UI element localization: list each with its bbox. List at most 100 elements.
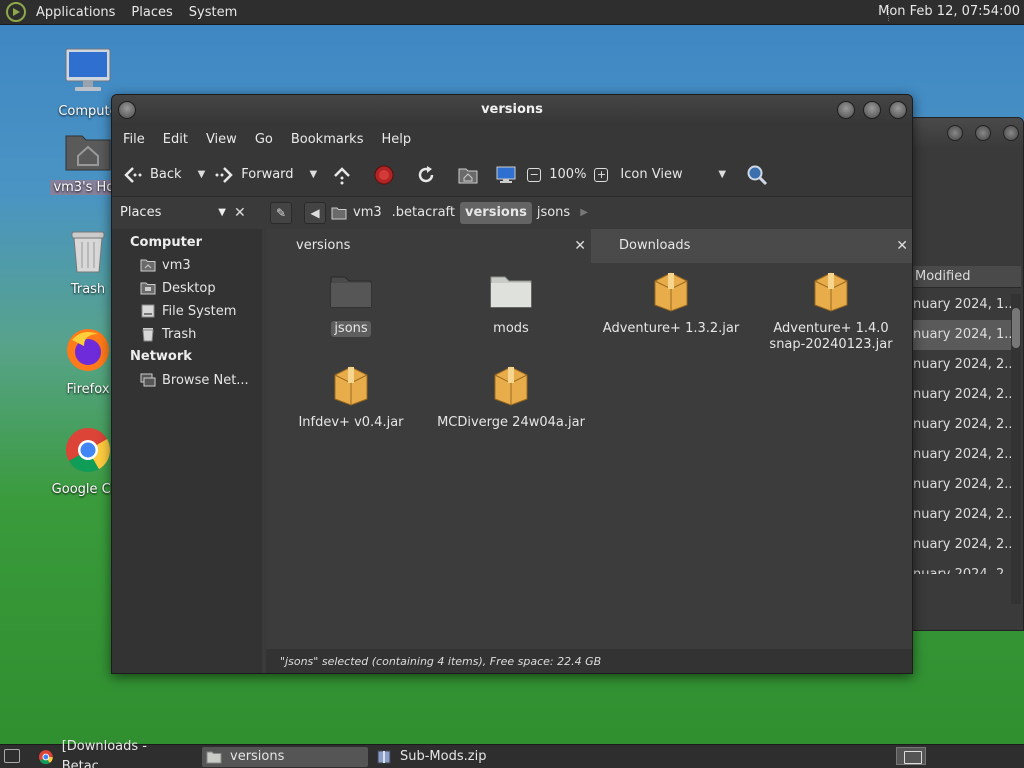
close-tab-icon[interactable]: ✕: [574, 229, 586, 263]
file-manager-window[interactable]: versions File Edit View Go Bookmarks Hel…: [111, 94, 913, 674]
package-icon: [654, 272, 688, 312]
file-item-jar[interactable]: Infdev+ v0.4.jar: [271, 363, 431, 431]
breadcrumb-versions[interactable]: versions: [460, 202, 532, 224]
top-panel: Applications Places System Mon Feb 12, 0…: [0, 0, 1024, 25]
chrome-icon: [38, 750, 53, 765]
menu-view[interactable]: View: [197, 132, 246, 147]
clock[interactable]: Mon Feb 12, 07:54:00: [878, 4, 1020, 19]
breadcrumb-betacraft[interactable]: .betacraft: [387, 202, 460, 224]
breadcrumb-vm3[interactable]: vm3: [326, 202, 387, 224]
toolbar: Back ▼ Forward ▼ − 100% + Icon View ▼: [112, 153, 912, 197]
file-item-jar[interactable]: Adventure+ 1.4.0 snap-20240123.jar: [751, 269, 911, 353]
file-view[interactable]: versions ✕ Downloads ✕ jsons mods Advent…: [266, 229, 912, 673]
window-title: versions: [481, 102, 543, 117]
sidebar-heading-network: Network: [130, 349, 192, 364]
trash-icon: [142, 328, 154, 342]
home-icon: [331, 207, 347, 220]
menu-bookmarks[interactable]: Bookmarks: [282, 132, 373, 147]
list-item[interactable]: nuary 2024, 1...: [911, 290, 1017, 320]
drive-icon: [141, 304, 155, 318]
sidebar-item-vm3[interactable]: vm3: [140, 257, 191, 273]
sidebar-item-file-system[interactable]: File System: [140, 303, 236, 319]
list-item[interactable]: nuary 2024, 2...: [911, 470, 1017, 500]
home-icon[interactable]: [457, 164, 479, 186]
sidebar-item-browse-network[interactable]: Browse Net...: [140, 372, 249, 388]
reload-icon[interactable]: [415, 164, 437, 186]
computer-icon[interactable]: [495, 164, 517, 186]
zoom-in-icon[interactable]: +: [594, 167, 609, 182]
forward-button[interactable]: Forward: [213, 164, 301, 186]
forward-arrow-icon: [215, 166, 234, 183]
list-item[interactable]: nuary 2024, 2...: [911, 440, 1017, 470]
breadcrumb: ✎ ◀ vm3 .betacraft versions jsons ▶: [270, 201, 593, 225]
package-icon: [334, 366, 368, 406]
menu-system[interactable]: System: [181, 5, 245, 20]
tab-downloads[interactable]: Downloads ✕: [591, 229, 912, 263]
bg-minimize-button[interactable]: [947, 125, 963, 141]
folder-icon: [206, 751, 222, 764]
window-menu-button[interactable]: [118, 101, 136, 119]
minimize-button[interactable]: [837, 101, 855, 119]
places-dropdown[interactable]: Places ▼: [116, 201, 230, 225]
package-icon: [494, 366, 528, 406]
up-arrow-icon[interactable]: [331, 164, 353, 186]
close-sidebar-icon[interactable]: ✕: [234, 205, 246, 221]
menu-edit[interactable]: Edit: [154, 132, 197, 147]
list-item[interactable]: nuary 2024, 2...: [911, 410, 1017, 440]
menu-file[interactable]: File: [114, 132, 154, 147]
maximize-button[interactable]: [863, 101, 881, 119]
folder-icon: [330, 276, 372, 308]
tab-versions[interactable]: versions ✕: [266, 229, 590, 263]
view-mode-select[interactable]: Icon View: [620, 167, 716, 182]
sidebar-item-trash[interactable]: Trash: [140, 326, 196, 342]
sidebar: Computer vm3 Desktop File System Trash N…: [112, 229, 262, 673]
file-item-jar[interactable]: Adventure+ 1.3.2.jar: [591, 269, 751, 337]
back-button[interactable]: Back: [122, 164, 190, 186]
sidebar-item-desktop[interactable]: Desktop: [140, 280, 216, 296]
file-item-jar[interactable]: MCDiverge 24w04a.jar: [431, 363, 591, 431]
breadcrumb-left-arrow[interactable]: ◀: [304, 202, 326, 224]
workspace-switcher[interactable]: [896, 747, 926, 765]
menu-go[interactable]: Go: [246, 132, 282, 147]
close-tab-icon[interactable]: ✕: [896, 229, 908, 263]
zoom-level[interactable]: 100%: [549, 167, 586, 182]
column-header-modified[interactable]: Modified: [911, 266, 1021, 288]
breadcrumb-right-arrow[interactable]: ▶: [575, 202, 593, 224]
menu-help[interactable]: Help: [372, 132, 420, 147]
bg-maximize-button[interactable]: [975, 125, 991, 141]
menu-applications[interactable]: Applications: [28, 5, 123, 20]
list-item[interactable]: nuary 2024, 2...: [911, 380, 1017, 410]
file-item-mods[interactable]: mods: [431, 269, 591, 337]
file-item-jsons[interactable]: jsons: [271, 269, 431, 337]
sidebar-heading-computer: Computer: [130, 235, 203, 250]
home-folder-icon: [65, 135, 111, 171]
list-item[interactable]: nuary 2024, 1...: [911, 320, 1017, 350]
zoom-out-icon[interactable]: −: [527, 167, 542, 182]
window-titlebar[interactable]: versions: [112, 95, 912, 125]
list-item[interactable]: nuary 2024, 2...: [911, 500, 1017, 530]
package-icon: [814, 272, 848, 312]
list-item[interactable]: nuary 2024, 2...: [911, 530, 1017, 560]
forward-history-dropdown[interactable]: ▼: [310, 169, 318, 180]
task-sub-mods[interactable]: Sub-Mods.zip: [372, 747, 536, 767]
task-versions[interactable]: versions: [202, 747, 368, 767]
breadcrumb-jsons[interactable]: jsons: [532, 202, 575, 224]
back-history-dropdown[interactable]: ▼: [198, 169, 206, 180]
back-arrow-icon: [124, 166, 142, 183]
show-desktop-icon[interactable]: [4, 749, 20, 763]
home-icon: [140, 259, 156, 272]
bg-close-button[interactable]: [1003, 125, 1019, 141]
list-item[interactable]: nuary 2024, 2...: [911, 560, 1017, 574]
scrollbar-thumb[interactable]: [1012, 308, 1020, 348]
search-icon[interactable]: [746, 164, 768, 186]
menu-places[interactable]: Places: [123, 5, 180, 20]
chevron-down-icon[interactable]: ▼: [718, 169, 726, 180]
close-button[interactable]: [889, 101, 907, 119]
scrollbar[interactable]: [1011, 294, 1021, 604]
list-item[interactable]: nuary 2024, 2...: [911, 350, 1017, 380]
distro-logo-icon[interactable]: [6, 2, 26, 22]
edit-location-icon[interactable]: ✎: [270, 202, 292, 224]
stop-icon[interactable]: [373, 164, 395, 186]
task-downloads[interactable]: [Downloads - Betac...: [34, 739, 198, 768]
archive-icon: [377, 750, 391, 764]
